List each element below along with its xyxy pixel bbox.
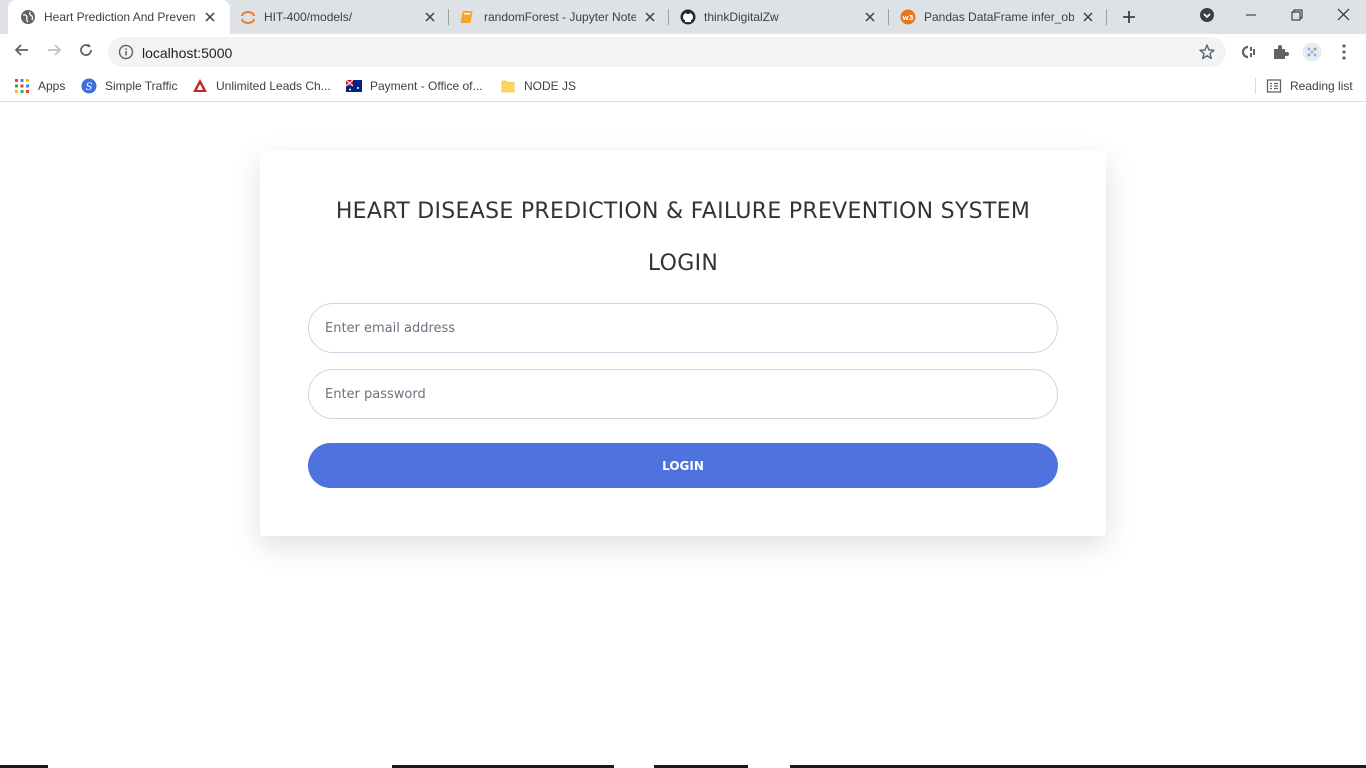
bookmark-simple-traffic[interactable]: S Simple Traffic [81,76,177,96]
reading-list-label: Reading list [1290,79,1353,93]
leads-icon [192,78,208,94]
bookmark-label: Apps [38,79,66,93]
tab-title: thinkDigitalZw [704,10,779,24]
folder-icon [500,78,516,94]
password-field[interactable] [308,369,1058,419]
extension-c-icon[interactable] [1238,42,1258,62]
tab-hit400-models[interactable]: HIT-400/models/ [230,0,448,34]
apps-grid-icon [14,78,30,94]
tab-pandas-dataframe[interactable]: w3 Pandas DataFrame infer_obje [890,0,1106,34]
bookmark-label: NODE JS [524,79,577,93]
minimize-icon [1245,8,1257,26]
tab-search-button[interactable] [1184,0,1230,34]
bookmark-node-js[interactable]: NODE JS [500,76,576,96]
reading-list-icon [1266,78,1282,94]
notebook-icon [460,9,476,25]
chevron-down-icon [1199,7,1215,28]
extensions-puzzle-icon[interactable] [1270,42,1290,62]
info-icon[interactable] [118,44,134,60]
reload-button[interactable] [72,38,100,66]
tab-separator [448,9,449,25]
restore-icon [1291,8,1303,26]
login-title: LOGIN [647,251,719,276]
restore-button[interactable] [1274,0,1320,34]
bookmark-separator [1255,78,1256,94]
close-icon[interactable] [862,9,878,25]
close-window-button[interactable] [1320,0,1366,34]
new-tab-button[interactable] [1118,6,1140,28]
arrow-left-icon [14,42,30,63]
pandas-site-icon: w3 [900,9,916,25]
tab-thinkdigitalzw[interactable]: thinkDigitalZw [670,0,888,34]
jupyter-icon [240,9,256,25]
login-button[interactable]: LOGIN [308,443,1058,488]
close-icon[interactable] [642,9,658,25]
url-text: localhost:5000 [142,45,233,61]
tab-title: Pandas DataFrame infer_obje [924,10,1074,24]
bookmark-label: Simple Traffic [105,79,178,93]
minimize-button[interactable] [1228,0,1274,34]
flag-icon [346,78,362,94]
simple-traffic-icon: S [81,78,97,94]
profile-avatar[interactable] [1302,42,1322,62]
bookmark-label: Unlimited Leads Ch... [216,79,331,93]
tab-separator [1106,9,1107,25]
tab-title: HIT-400/models/ [264,10,353,24]
arrow-right-icon [46,42,62,63]
tab-separator [888,9,889,25]
login-card: HEART DISEASE PREDICTION & FAILURE PREVE… [260,151,1106,536]
bookmark-unlimited-leads[interactable]: Unlimited Leads Ch... [192,76,331,96]
system-title: HEART DISEASE PREDICTION & FAILURE PREVE… [335,199,1031,224]
svg-text:w3: w3 [902,14,913,22]
reading-list-button[interactable]: Reading list [1266,76,1353,96]
tab-title: randomForest - Jupyter Noteb [484,10,636,24]
bookmarks-bar: Apps S Simple Traffic Unlimited Leads Ch… [0,70,1366,102]
bookmark-star-icon[interactable] [1198,43,1216,61]
bookmark-label: Payment - Office of... [370,79,483,93]
close-icon[interactable] [422,9,438,25]
bookmark-apps[interactable]: Apps [14,76,65,96]
bookmark-payment[interactable]: Payment - Office of... [346,76,483,96]
close-icon [1337,8,1350,26]
more-menu-icon[interactable] [1334,42,1354,62]
tab-randomforest[interactable]: randomForest - Jupyter Noteb [450,0,668,34]
tab-title: Heart Prediction And Prevent [44,10,196,24]
globe-icon [20,9,36,25]
address-bar[interactable]: localhost:5000 [108,37,1226,67]
svg-text:S: S [86,82,93,93]
close-icon[interactable] [202,9,218,25]
browser-toolbar: localhost:5000 [0,34,1366,70]
back-button[interactable] [8,38,36,66]
tab-heart-prediction[interactable]: Heart Prediction And Prevent [8,0,230,34]
tab-strip: Heart Prediction And Prevent HIT-400/mod… [0,0,1366,34]
forward-button[interactable] [40,38,68,66]
tab-separator [668,9,669,25]
email-field[interactable] [308,303,1058,353]
reload-icon [78,42,94,63]
github-icon [680,9,696,25]
close-icon[interactable] [1080,9,1096,25]
page-content: HEART DISEASE PREDICTION & FAILURE PREVE… [0,103,1366,768]
